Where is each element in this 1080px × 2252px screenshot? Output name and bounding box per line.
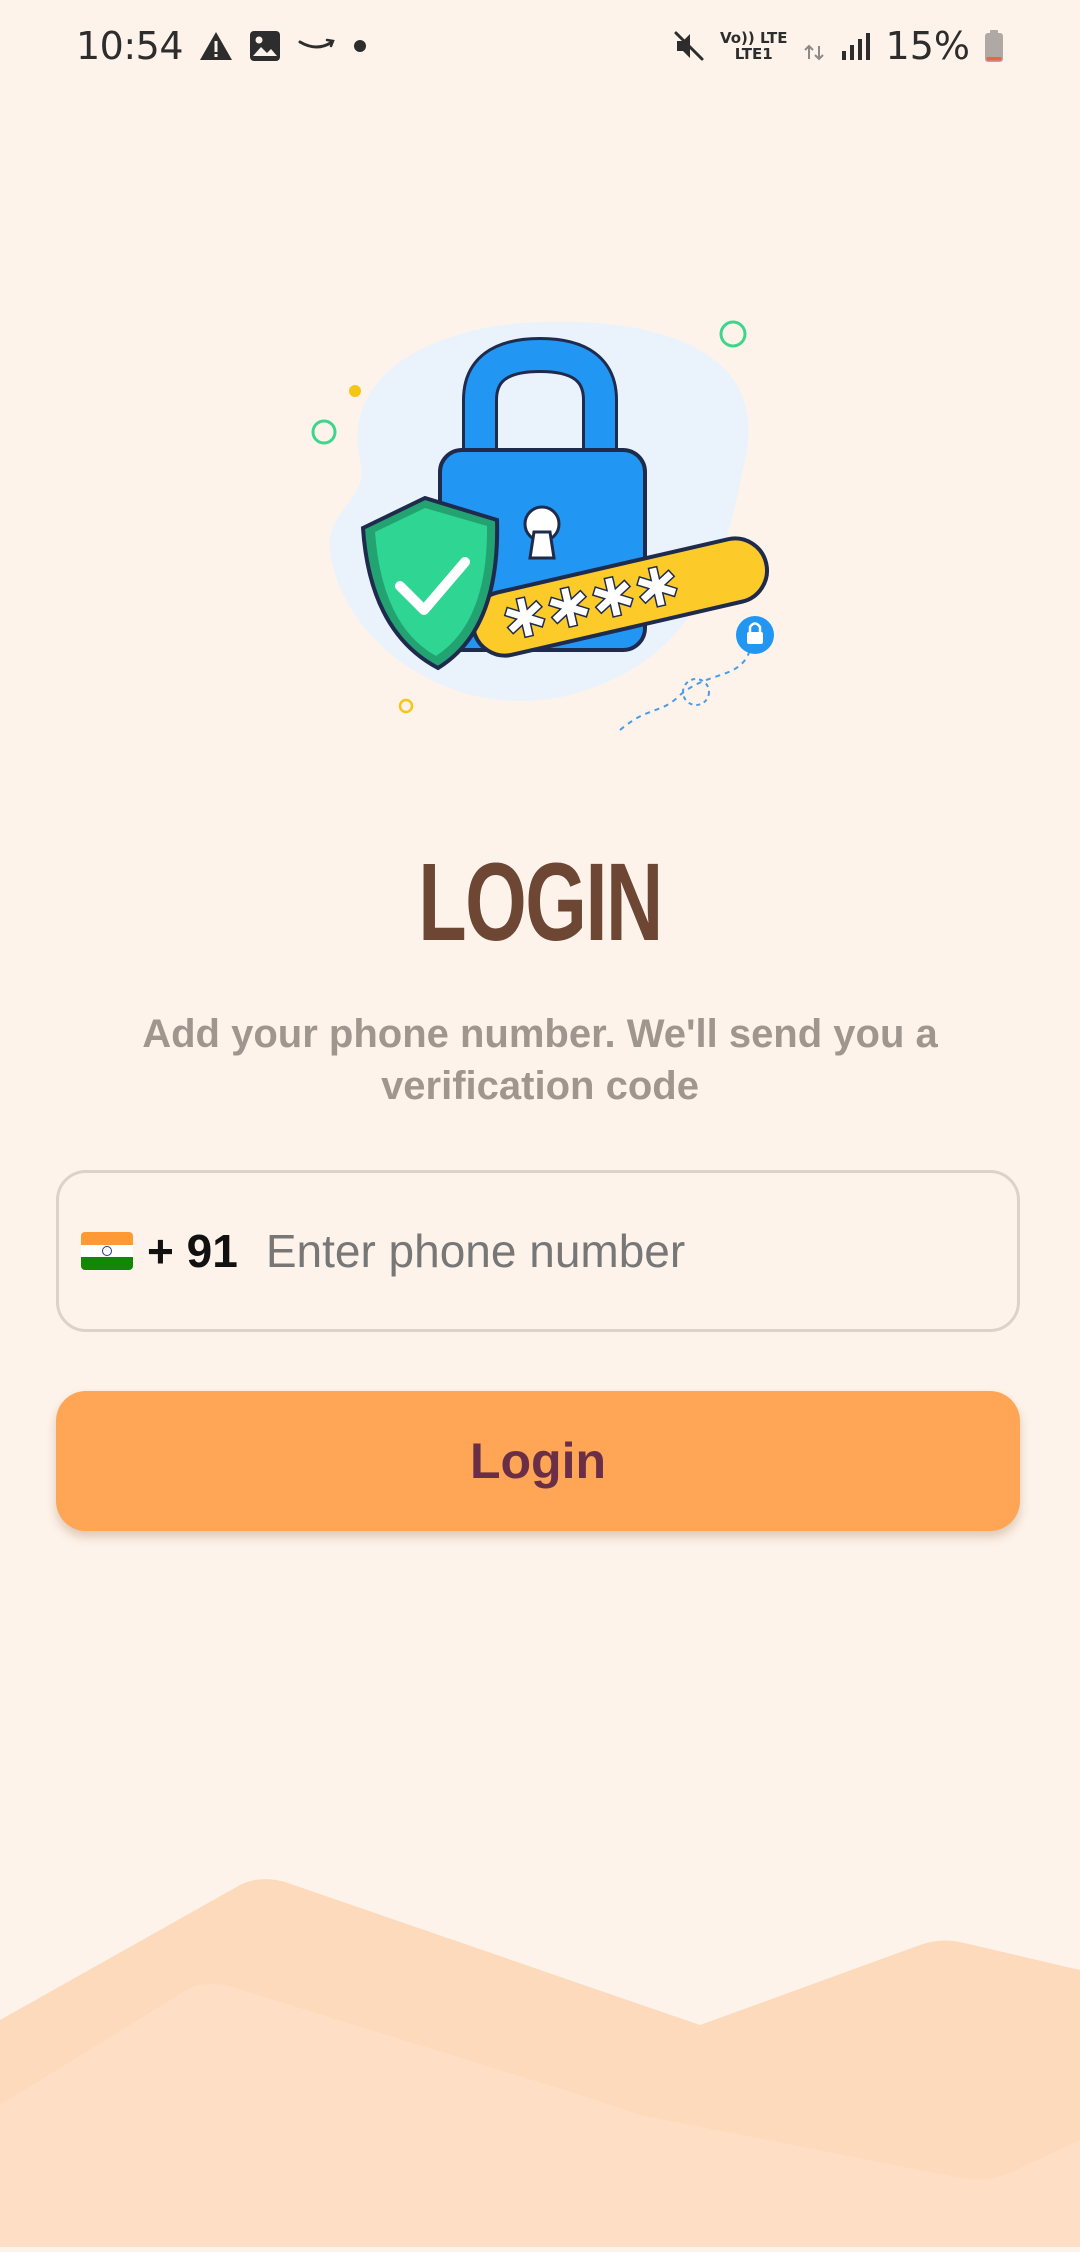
lock-shield-password-illustration: ✱✱✱✱ — [300, 310, 780, 750]
country-code[interactable]: + 91 — [147, 1224, 238, 1278]
amazon-icon — [297, 36, 337, 56]
page-title: LOGIN — [418, 841, 663, 964]
signal-icon — [840, 31, 872, 61]
dot-icon — [353, 39, 367, 53]
phone-number-input[interactable] — [265, 1224, 966, 1278]
volte-icon: Vo)) LTE LTE1 — [720, 30, 788, 62]
mute-icon — [672, 29, 706, 63]
status-right: Vo)) LTE LTE1 15% — [672, 18, 1004, 74]
volte-label-bottom: LTE1 — [734, 45, 773, 63]
lte-data-icon — [802, 31, 826, 61]
login-button[interactable]: Login — [56, 1391, 1020, 1531]
battery-percent: 15% — [885, 24, 970, 68]
status-time: 10:54 — [76, 24, 184, 68]
bottom-wave-decoration — [0, 1860, 1080, 2247]
warning-icon — [199, 31, 233, 61]
status-bar: 10:54 Vo)) LTE LTE1 15% — [0, 0, 1080, 90]
phone-number-field[interactable]: + 91 — [56, 1170, 1020, 1332]
status-left: 10:54 — [76, 18, 367, 74]
page-subtitle: Add your phone number. We'll send you a … — [142, 1012, 938, 1108]
volte-label-top: Vo)) LTE — [719, 29, 788, 47]
battery-icon — [984, 29, 1004, 63]
india-flag-icon — [81, 1232, 133, 1270]
image-icon — [249, 30, 281, 62]
